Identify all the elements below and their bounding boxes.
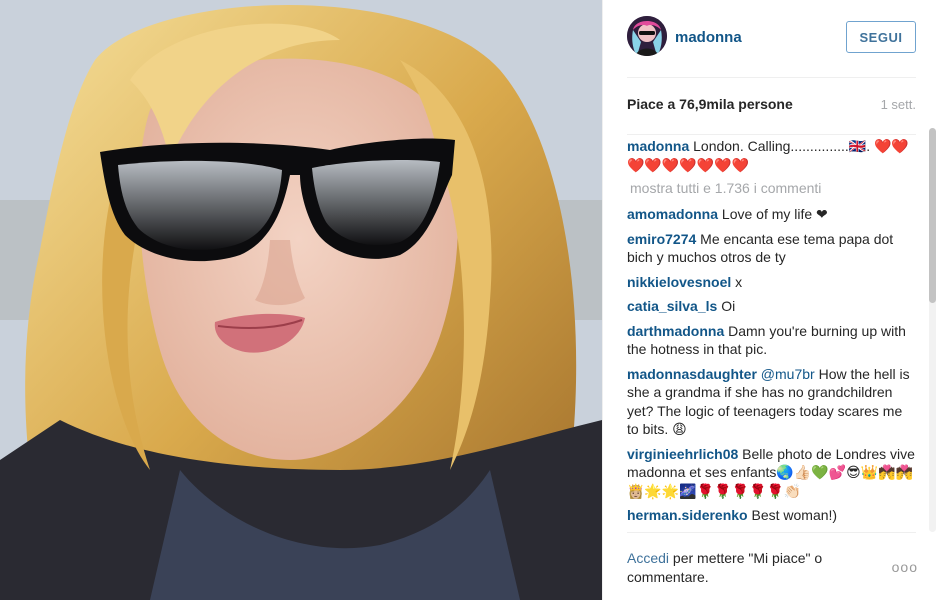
follow-button[interactable]: SEGUI	[846, 21, 916, 53]
caption-username[interactable]: madonna	[627, 138, 689, 154]
comment-username[interactable]: darthmadonna	[627, 323, 724, 339]
comment-text: x	[735, 273, 743, 290]
likes-count[interactable]: Piace a 76,9mila persone	[627, 96, 793, 112]
comment-item: amomadonna Love of my life ❤	[627, 205, 916, 224]
comment-text: Love of my life ❤	[721, 206, 828, 222]
comment-username[interactable]: emiro7274	[627, 231, 696, 247]
comment-item: herman.siderenko Best woman!)	[627, 506, 916, 525]
comment-username[interactable]: nikkielovesnoel	[627, 274, 731, 290]
comment-text: Oi	[721, 298, 736, 314]
post-footer: Accedi per mettere "Mi piace" o commenta…	[627, 532, 918, 600]
comment-item: madonnasdaughter @mu7br How the hell is …	[627, 365, 916, 439]
comments-scrollbar[interactable]	[929, 128, 936, 532]
post-photo	[0, 0, 602, 600]
comments-list[interactable]: madonna London. Calling...............🇬🇧…	[627, 134, 916, 532]
comment-item: nikkielovesnoel x	[627, 273, 916, 292]
comment-mention[interactable]: @mu7br	[761, 366, 815, 382]
comment-item: darthmadonna Damn you're burning up with…	[627, 322, 916, 359]
avatar[interactable]	[627, 16, 667, 56]
scrollbar-thumb[interactable]	[929, 128, 936, 303]
comment-username[interactable]: herman.siderenko	[627, 507, 748, 523]
likes-row: Piace a 76,9mila persone 1 sett.	[627, 96, 916, 116]
post-age[interactable]: 1 sett.	[881, 97, 916, 112]
comment-username[interactable]: virginieehrlich08	[627, 446, 738, 462]
login-prompt: Accedi per mettere "Mi piace" o commenta…	[627, 549, 867, 587]
avatar-image	[627, 16, 667, 56]
login-link[interactable]: Accedi	[627, 550, 669, 566]
comment-text: Best woman!)	[751, 507, 838, 523]
comment-item: emiro7274 Me encanta ese tema papa dot b…	[627, 230, 916, 267]
comment-username[interactable]: amomadonna	[627, 206, 718, 222]
show-all-comments-link[interactable]: mostra tutti e 1.736 i commenti	[630, 180, 916, 196]
comment-username[interactable]: catia_silva_ls	[627, 298, 717, 314]
portrait-illustration	[0, 0, 602, 600]
comment-item: catia_silva_ls Oi	[627, 297, 916, 316]
more-options-icon[interactable]: ooo	[892, 559, 918, 575]
caption: madonna London. Calling...............🇬🇧…	[627, 137, 916, 174]
comment-item: virginieehrlich08 Belle photo de Londres…	[627, 445, 916, 501]
post-header: madonna SEGUI	[627, 0, 916, 78]
post-sidebar: madonna SEGUI Piace a 76,9mila persone 1…	[602, 0, 937, 600]
comment-username[interactable]: madonnasdaughter	[627, 366, 757, 382]
post-username[interactable]: madonna	[675, 29, 742, 46]
